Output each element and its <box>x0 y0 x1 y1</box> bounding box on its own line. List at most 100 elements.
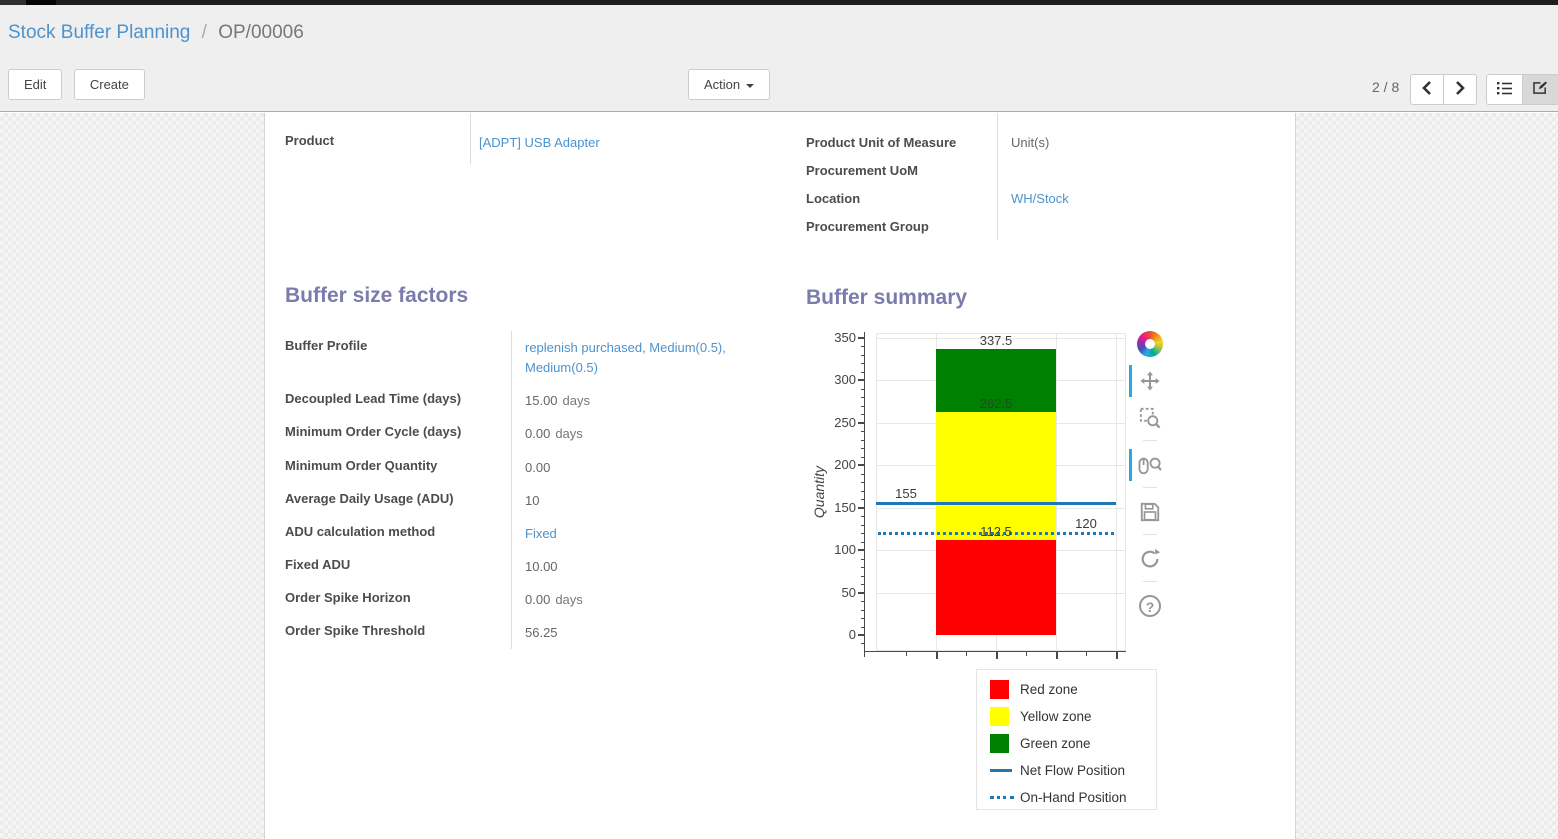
legend-label-yellow-zone: Yellow zone <box>1020 709 1092 724</box>
y-major-tick <box>858 592 865 594</box>
y-minor-tick <box>861 363 865 364</box>
buffer-summary-chart[interactable]: 050100150200250300350155120112.5262.5337… <box>810 328 1170 668</box>
field-text-product-unit-of-measure: Unit(s) <box>1011 135 1049 150</box>
x-minor-tick <box>906 652 907 656</box>
form-view-icon <box>1533 81 1548 95</box>
field-row-location: Location WH/Stock <box>806 184 1268 212</box>
y-minor-tick <box>861 567 865 568</box>
field-link-adu-calculation-method[interactable]: Fixed <box>525 526 557 541</box>
field-link-product[interactable]: [ADPT] USB Adapter <box>479 135 600 150</box>
list-view-button[interactable] <box>1486 74 1522 105</box>
pager-next-button[interactable] <box>1443 74 1477 105</box>
save-tool[interactable] <box>1135 497 1165 527</box>
bokeh-logo-icon <box>1137 331 1163 357</box>
help-tool[interactable]: ? <box>1135 591 1165 621</box>
box-zoom-tool[interactable] <box>1135 403 1165 433</box>
list-view-icon <box>1497 81 1512 95</box>
breadcrumb-parent-link[interactable]: Stock Buffer Planning <box>8 22 190 43</box>
y-minor-tick <box>861 355 865 356</box>
y-minor-tick <box>861 627 865 628</box>
edit-button[interactable]: Edit <box>8 69 62 100</box>
field-row-buffer-profile: Buffer Profile replenish purchased, Mediu… <box>285 331 790 384</box>
field-value-decoupled-lead-time-days: 15.00days <box>511 384 769 417</box>
form-view-button[interactable] <box>1522 74 1558 105</box>
y-minor-tick <box>861 516 865 517</box>
field-value-product-unit-of-measure: Unit(s) <box>997 113 1268 156</box>
field-label-buffer-profile: Buffer Profile <box>285 331 511 384</box>
breadcrumb-separator: / <box>196 22 213 43</box>
field-label-procurement-uom: Procurement UoM <box>806 156 997 184</box>
field-label-order-spike-horizon: Order Spike Horizon <box>285 583 511 616</box>
field-text-fixed-adu: 10.00 <box>525 559 558 574</box>
wheel-zoom-tool-icon <box>1138 454 1162 476</box>
y-minor-tick <box>861 643 865 644</box>
field-value-procurement-uom <box>997 156 1268 184</box>
buffer-size-factors-section: Buffer size factors Buffer Profilereplen… <box>285 284 790 649</box>
field-value-fixed-adu: 10.00 <box>511 550 769 583</box>
create-button[interactable]: Create <box>74 69 145 100</box>
y-major-tick <box>858 337 865 339</box>
field-row-order-spike-horizon: Order Spike Horizon 0.00days <box>285 583 790 616</box>
y-minor-tick <box>861 372 865 373</box>
pager-count: 2 / 8 <box>1372 79 1399 95</box>
field-row-decoupled-lead-time-days: Decoupled Lead Time (days)15.00days <box>285 384 790 417</box>
field-suffix-order-spike-horizon: days <box>550 592 582 607</box>
reset-tool[interactable] <box>1135 544 1165 574</box>
field-row-procurement-uom: Procurement UoM <box>806 156 1268 184</box>
pan-tool[interactable] <box>1135 366 1165 396</box>
buffer-summary-title: Buffer summary <box>806 286 1276 310</box>
save-tool-icon <box>1139 501 1161 523</box>
toolbar-divider <box>1143 487 1157 488</box>
y-major-tick <box>858 634 865 636</box>
field-label-product: Product <box>285 113 470 164</box>
line-label-net-flow-position: 155 <box>876 486 936 502</box>
field-row-adu-calculation-method: ADU calculation methodFixed <box>285 517 790 550</box>
y-minor-tick <box>861 618 865 619</box>
help-tool-icon: ? <box>1139 595 1161 617</box>
reset-tool-icon <box>1139 548 1161 570</box>
field-row-minimum-order-cycle-days: Minimum Order Cycle (days)0.00days <box>285 417 790 450</box>
bokeh-logo[interactable] <box>1135 329 1165 359</box>
field-text-order-spike-threshold: 56.25 <box>525 625 558 640</box>
y-minor-tick <box>861 559 865 560</box>
zone-yellow-zone <box>936 412 1056 539</box>
v-gridline <box>1116 333 1117 651</box>
field-value-adu-calculation-method: Fixed <box>511 517 769 550</box>
y-minor-tick <box>861 448 865 449</box>
pager-previous-button[interactable] <box>1410 74 1443 105</box>
chevron-right-icon <box>1454 81 1466 95</box>
x-major-tick <box>996 652 998 659</box>
v-gridline <box>1056 333 1057 651</box>
x-major-tick <box>936 652 938 659</box>
content-area: Product [ADPT] USB Adapter Product Unit o… <box>0 113 1558 839</box>
y-minor-tick <box>861 414 865 415</box>
y-major-tick <box>858 379 865 381</box>
field-text-minimum-order-quantity: 0.00 <box>525 460 550 475</box>
active-tool-indicator <box>1129 365 1132 397</box>
field-value-order-spike-threshold: 56.25 <box>511 616 769 649</box>
y-major-tick <box>858 549 865 551</box>
wheel-zoom-tool[interactable] <box>1135 450 1165 480</box>
action-dropdown-button[interactable]: Action <box>688 69 770 100</box>
y-minor-tick <box>861 542 865 543</box>
field-text-order-spike-horizon: 0.00 <box>525 592 550 607</box>
zone-red-zone <box>936 540 1056 635</box>
x-minor-tick <box>1086 652 1087 656</box>
form-sheet: Product [ADPT] USB Adapter Product Unit o… <box>264 113 1296 839</box>
field-label-product-unit-of-measure: Product Unit of Measure <box>806 113 997 156</box>
field-text-average-daily-usage-adu: 10 <box>525 493 539 508</box>
y-minor-tick <box>861 440 865 441</box>
legend-label-on-hand-position: On-Hand Position <box>1020 790 1127 805</box>
legend-label-green-zone: Green zone <box>1020 736 1091 751</box>
field-link-location[interactable]: WH/Stock <box>1011 191 1069 206</box>
legend-line-swatch <box>990 769 1012 772</box>
toolbar-divider <box>1143 440 1157 441</box>
legend-dotted-swatch <box>990 796 1014 799</box>
field-label-location: Location <box>806 184 997 212</box>
x-major-tick <box>1116 652 1118 659</box>
breadcrumb: Stock Buffer Planning / OP/00006 <box>8 22 304 44</box>
chevron-left-icon <box>1421 81 1433 95</box>
field-row-product-unit-of-measure: Product Unit of Measure Unit(s) <box>806 113 1268 156</box>
field-link-buffer-profile[interactable]: replenish purchased, Medium(0.5), Medium… <box>525 340 726 375</box>
legend-swatch-green-zone <box>990 734 1009 753</box>
